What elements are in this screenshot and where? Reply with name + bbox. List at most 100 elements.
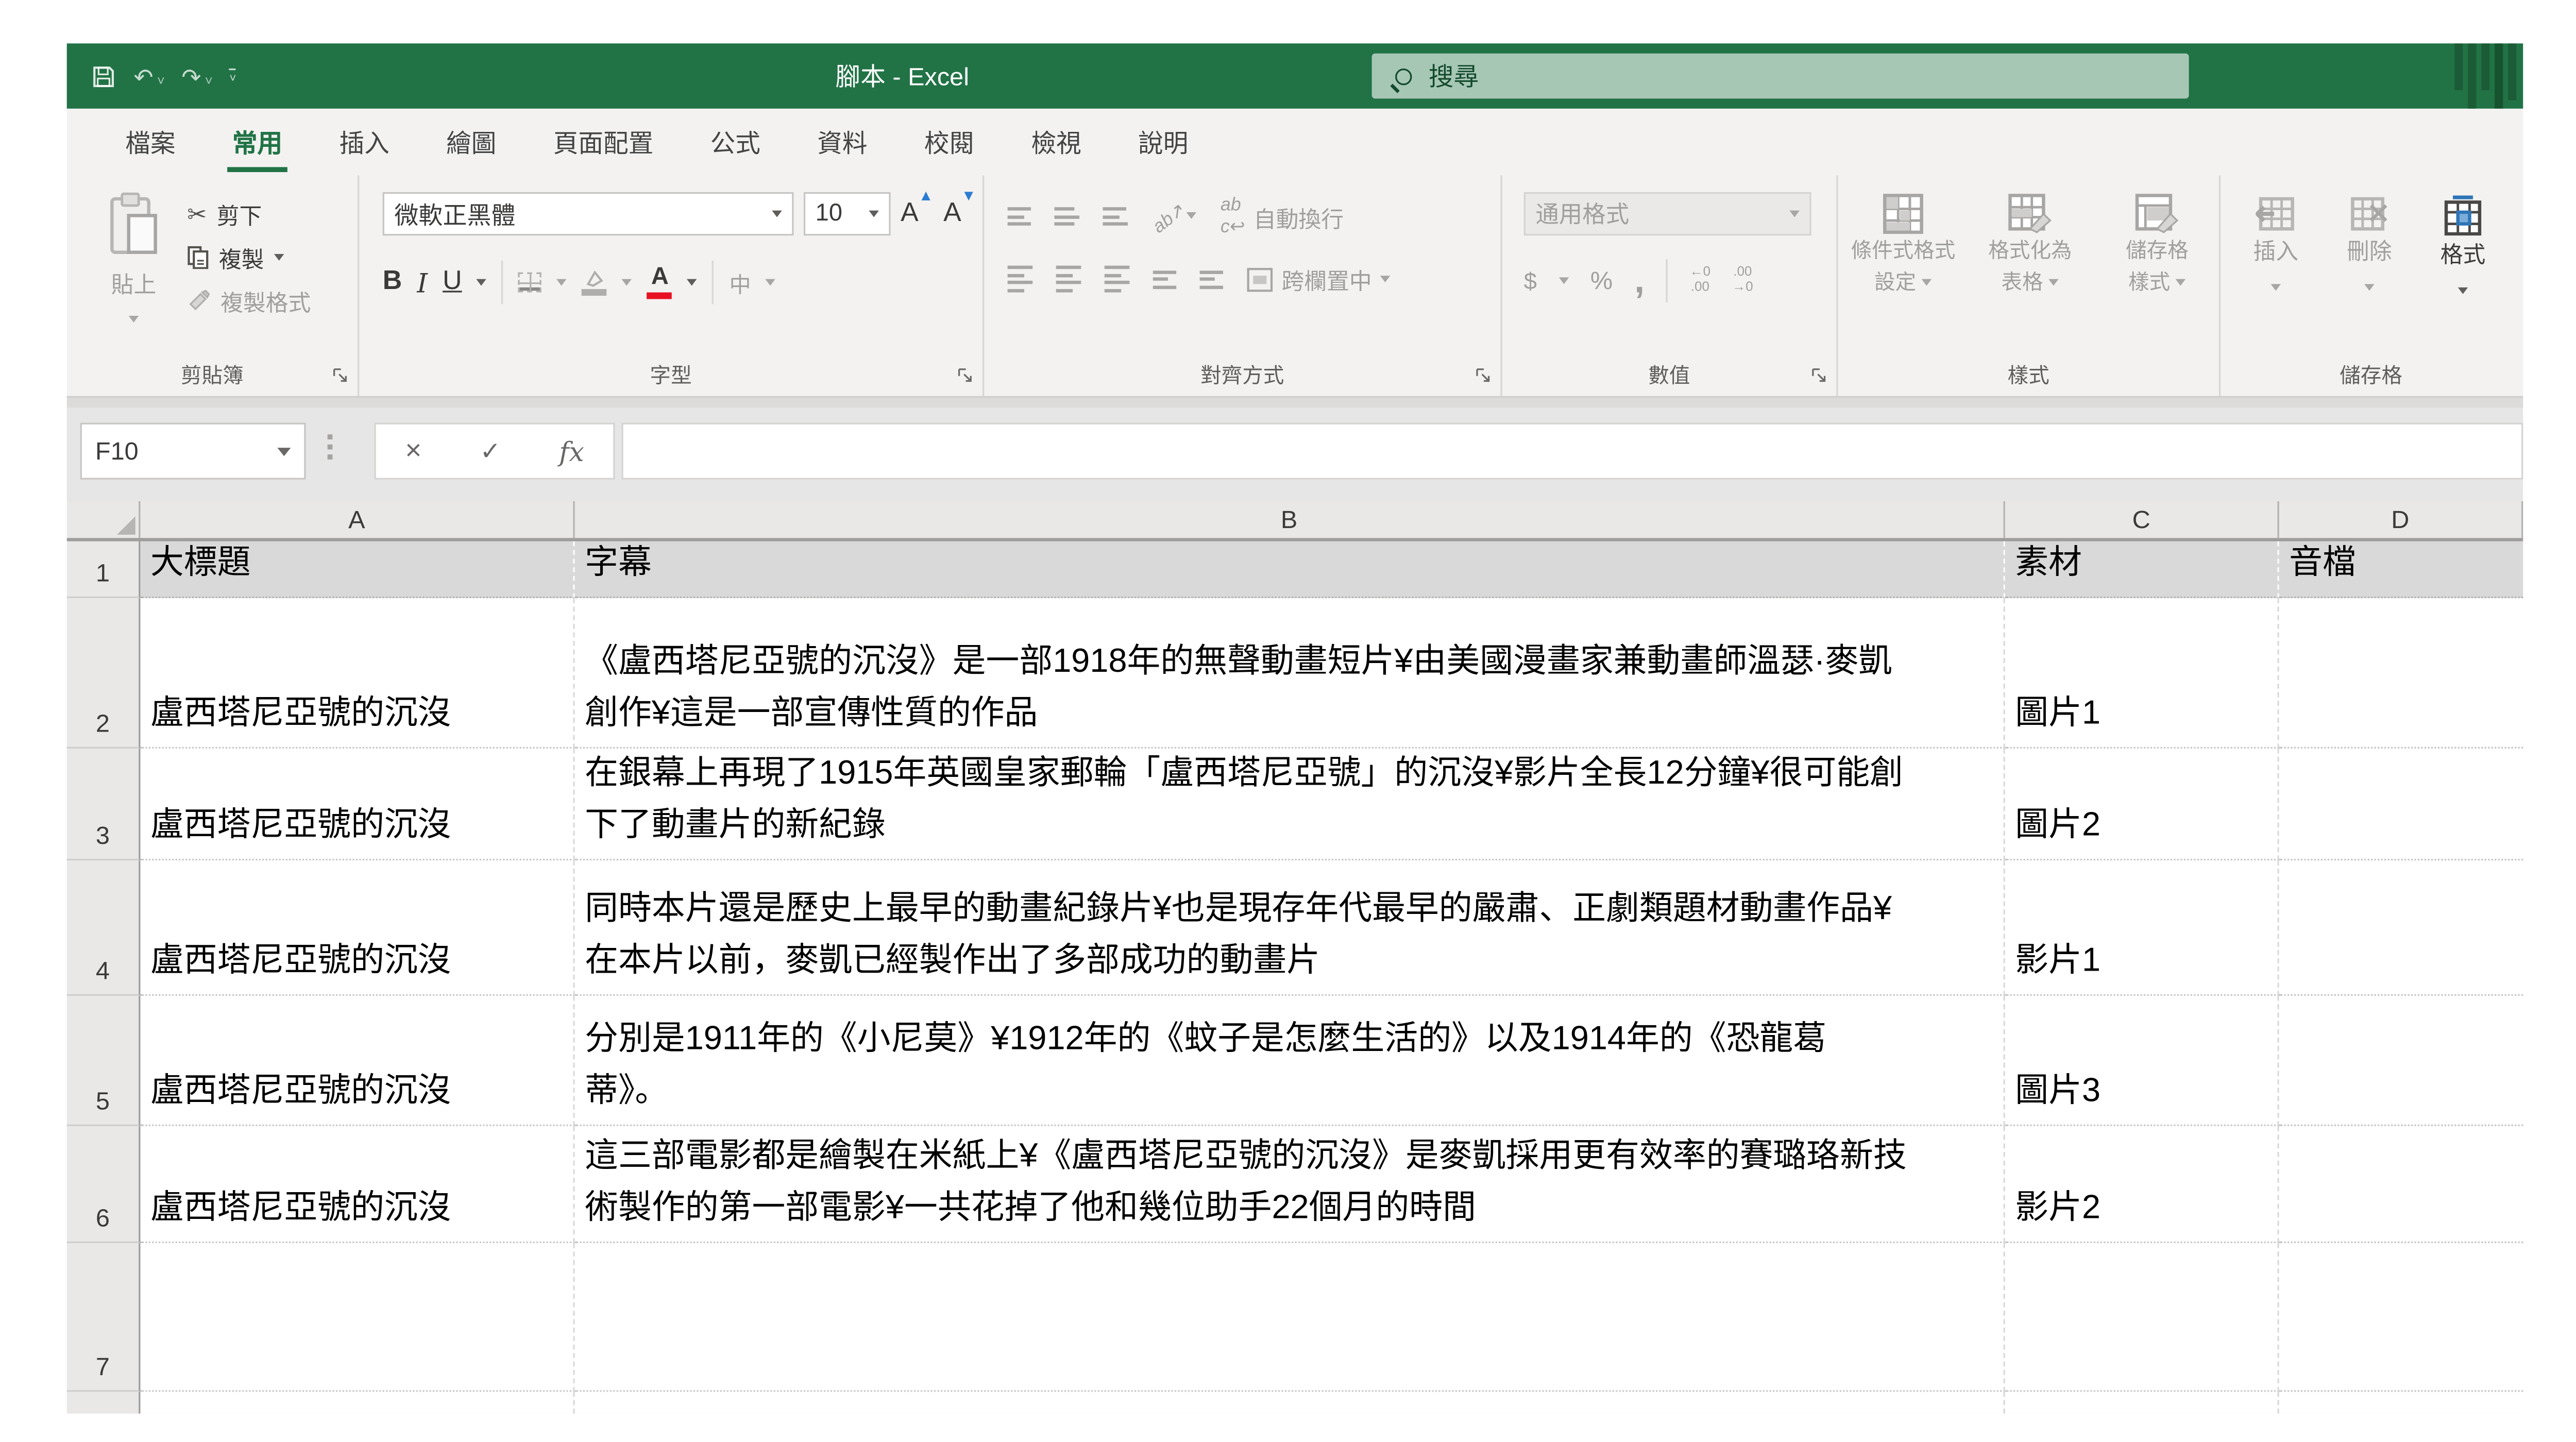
- insert-function-button[interactable]: fx: [559, 435, 584, 467]
- delete-cells-button[interactable]: 刪除: [2328, 195, 2411, 291]
- cell-d1[interactable]: 音檔: [2279, 541, 2523, 598]
- orientation-button[interactable]: ab↗: [1151, 201, 1197, 231]
- fill-color-button[interactable]: [582, 270, 607, 295]
- conditional-formatting-button[interactable]: 條件式格式 設定: [1844, 192, 1961, 298]
- font-color-dropdown-icon[interactable]: [687, 279, 697, 286]
- underline-button[interactable]: U: [443, 267, 462, 297]
- row-header-5[interactable]: 5: [67, 996, 141, 1126]
- align-top-icon[interactable]: [1008, 207, 1031, 226]
- align-bottom-icon[interactable]: [1103, 207, 1128, 226]
- percent-button[interactable]: %: [1590, 266, 1613, 295]
- cell-c2[interactable]: 圖片1: [2005, 598, 2279, 749]
- tab-page-layout[interactable]: 頁面配置: [525, 109, 682, 176]
- cell-b8[interactable]: [575, 1392, 2005, 1414]
- cut-button[interactable]: ✂ 剪下: [187, 192, 311, 235]
- cell-c7[interactable]: [2005, 1243, 2279, 1392]
- formula-bar-drag-handle[interactable]: [328, 434, 333, 460]
- number-format-combo[interactable]: 通用格式: [1524, 192, 1811, 235]
- cell-a1[interactable]: 大標題: [140, 541, 574, 598]
- name-box[interactable]: F10: [80, 423, 306, 480]
- cell-c4[interactable]: 影片1: [2005, 860, 2279, 996]
- cell-a6[interactable]: 盧西塔尼亞號的沉沒: [140, 1126, 574, 1243]
- tab-help[interactable]: 說明: [1110, 109, 1217, 176]
- format-painter-button[interactable]: 複製格式: [187, 279, 311, 323]
- comma-button[interactable]: ,: [1634, 273, 1645, 289]
- align-middle-icon[interactable]: [1054, 207, 1079, 226]
- align-center-icon[interactable]: [1056, 266, 1081, 292]
- cell-d4[interactable]: [2279, 860, 2523, 996]
- insert-cells-button[interactable]: 插入: [2234, 195, 2317, 291]
- cell-styles-button[interactable]: 儲存格 樣式: [2098, 192, 2215, 298]
- increase-indent-icon[interactable]: [1200, 270, 1223, 289]
- copy-button[interactable]: 複製: [187, 235, 311, 279]
- cell-b4[interactable]: 同時本片還是歷史上最早的動畫紀錄片¥也是現存年代最早的嚴肅、正劇類題材動畫作品¥…: [575, 860, 2005, 996]
- currency-dropdown-icon[interactable]: [1558, 277, 1568, 284]
- decrease-indent-icon[interactable]: [1153, 270, 1176, 289]
- format-as-table-button[interactable]: 格式化為 表格: [1972, 192, 2089, 298]
- bold-button[interactable]: B: [383, 267, 402, 297]
- tab-data[interactable]: 資料: [789, 109, 896, 176]
- increase-font-button[interactable]: A▲: [901, 198, 934, 230]
- column-header-d[interactable]: D: [2279, 501, 2523, 538]
- clipboard-dialog-launcher-icon[interactable]: [331, 366, 349, 384]
- cell-a8[interactable]: [140, 1392, 574, 1414]
- tab-file[interactable]: 檔案: [97, 109, 204, 176]
- cell-c5[interactable]: 圖片3: [2005, 996, 2279, 1126]
- cell-b6[interactable]: 這三部電影都是繪製在米紙上¥《盧西塔尼亞號的沉沒》是麥凱採用更有效率的賽璐珞新技…: [575, 1126, 2005, 1243]
- number-dialog-launcher-icon[interactable]: [1809, 366, 1828, 384]
- font-dialog-launcher-icon[interactable]: [956, 366, 974, 384]
- paste-button[interactable]: 貼上: [90, 192, 177, 329]
- increase-decimal-button[interactable]: ←0.00: [1690, 266, 1710, 295]
- cell-d2[interactable]: [2279, 598, 2523, 749]
- decrease-font-button[interactable]: A▼: [943, 198, 976, 230]
- cell-c3[interactable]: 圖片2: [2005, 749, 2279, 860]
- alignment-dialog-launcher-icon[interactable]: [1474, 366, 1493, 384]
- italic-button[interactable]: I: [417, 266, 428, 298]
- cell-a5[interactable]: 盧西塔尼亞號的沉沒: [140, 996, 574, 1126]
- font-size-combo[interactable]: 10: [804, 192, 891, 235]
- row-header-6[interactable]: 6: [67, 1126, 141, 1243]
- cell-b1[interactable]: 字幕: [575, 541, 2005, 598]
- search-input[interactable]: 搜尋: [1372, 54, 2189, 99]
- underline-dropdown-icon[interactable]: [477, 279, 487, 286]
- tab-formulas[interactable]: 公式: [682, 109, 789, 176]
- row-header-8[interactable]: [67, 1392, 141, 1414]
- phonetic-dropdown-icon[interactable]: [766, 279, 776, 286]
- row-header-4[interactable]: 4: [67, 860, 141, 996]
- column-header-b[interactable]: B: [575, 501, 2005, 538]
- tab-insert[interactable]: 插入: [311, 109, 418, 176]
- cell-d8[interactable]: [2279, 1392, 2523, 1414]
- align-right-icon[interactable]: [1105, 266, 1130, 292]
- row-header-7[interactable]: 7: [67, 1243, 141, 1392]
- phonetic-button[interactable]: 中: [730, 266, 751, 298]
- enter-button[interactable]: ✓: [480, 436, 501, 466]
- cell-c6[interactable]: 影片2: [2005, 1126, 2279, 1243]
- align-left-icon[interactable]: [1008, 266, 1033, 292]
- cell-a4[interactable]: 盧西塔尼亞號的沉沒: [140, 860, 574, 996]
- tab-view[interactable]: 檢視: [1003, 109, 1110, 176]
- cell-a2[interactable]: 盧西塔尼亞號的沉沒: [140, 598, 574, 749]
- formula-input[interactable]: [621, 423, 2523, 480]
- tab-review[interactable]: 校閱: [896, 109, 1003, 176]
- font-color-button[interactable]: A: [648, 266, 673, 298]
- tab-draw[interactable]: 繪圖: [418, 109, 525, 176]
- merge-center-button[interactable]: 跨欄置中: [1246, 262, 1390, 296]
- tab-home[interactable]: 常用: [204, 109, 311, 176]
- row-header-1[interactable]: 1: [67, 541, 141, 598]
- column-header-c[interactable]: C: [2005, 501, 2279, 538]
- row-header-3[interactable]: 3: [67, 749, 141, 860]
- wrap-text-button[interactable]: abc↩ 自動換行: [1221, 195, 1344, 237]
- cell-b7[interactable]: [575, 1243, 2005, 1392]
- font-name-combo[interactable]: 微軟正黑體: [383, 192, 794, 235]
- cell-d3[interactable]: [2279, 749, 2523, 860]
- decrease-decimal-button[interactable]: .00→0: [1732, 266, 1753, 295]
- format-cells-button[interactable]: 格式: [2421, 195, 2504, 294]
- borders-icon[interactable]: [519, 273, 542, 293]
- cell-c1[interactable]: 素材: [2005, 541, 2279, 598]
- paste-dropdown-icon[interactable]: [129, 315, 139, 322]
- currency-button[interactable]: $: [1524, 267, 1537, 294]
- cell-d5[interactable]: [2279, 996, 2523, 1126]
- name-box-dropdown-icon[interactable]: [277, 447, 291, 455]
- cell-b2[interactable]: 《盧西塔尼亞號的沉沒》是一部1918年的無聲動畫短片¥由美國漫畫家兼動畫師溫瑟·…: [575, 598, 2005, 749]
- cancel-button[interactable]: ×: [405, 434, 421, 468]
